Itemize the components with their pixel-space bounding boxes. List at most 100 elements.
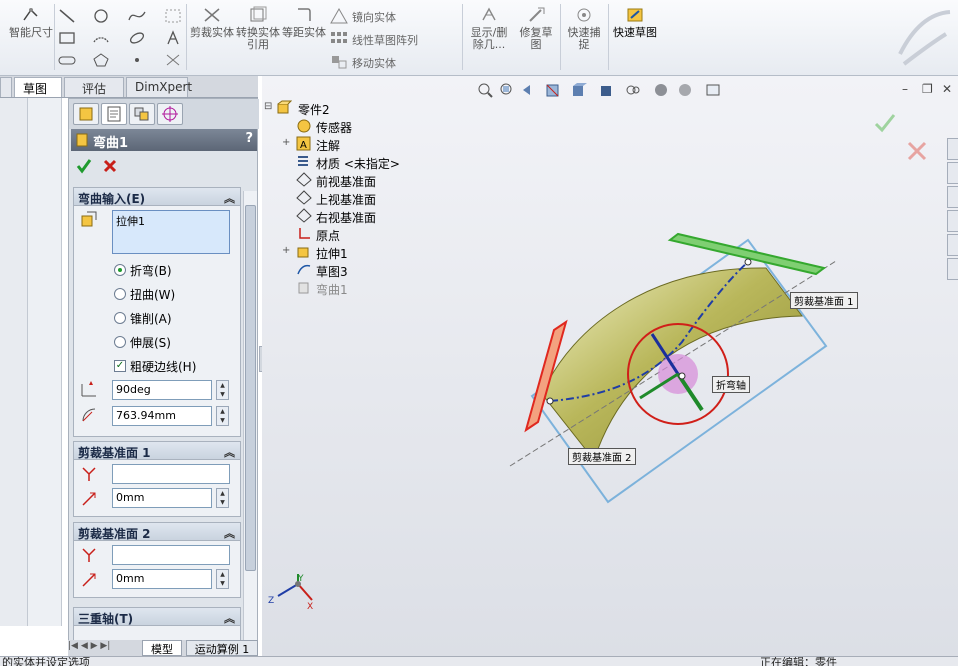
display-style-icon[interactable] <box>598 82 616 98</box>
task-pane-home-icon[interactable] <box>947 138 958 160</box>
flex-preview-model[interactable] <box>502 226 862 516</box>
close-icon[interactable]: ✕ <box>942 82 952 96</box>
tree-item-right-plane[interactable]: 右视基准面 <box>316 209 376 226</box>
tree-item-annotations[interactable]: 注解 <box>316 137 340 154</box>
previous-view-icon[interactable] <box>520 82 538 98</box>
zoom-to-fit-icon[interactable] <box>476 82 494 98</box>
bend-radio[interactable] <box>114 264 126 276</box>
radius-field[interactable]: 763.94mm <box>112 406 212 426</box>
tree-item-sensors[interactable]: 传感器 <box>316 119 352 136</box>
trim-plane-1-header[interactable]: 剪裁基准面 1 ︽ <box>74 442 240 460</box>
bodies-selection-box[interactable]: 拉伸1 <box>112 210 230 254</box>
slot-icon[interactable] <box>58 52 76 68</box>
angle-spinner[interactable]: ▲ ▼ <box>216 380 229 400</box>
cross-icon[interactable] <box>102 158 118 174</box>
tab-dimxpert[interactable]: DimXpert <box>126 77 192 97</box>
check-icon[interactable] <box>76 158 92 174</box>
mirror-entities-button[interactable]: 镜向实体 <box>352 9 396 25</box>
offset-entities-button[interactable]: 等距实体 <box>282 6 326 39</box>
trim-plane-1-point[interactable] <box>546 397 554 405</box>
show-delete-relations-button[interactable]: 显示/删除几... <box>466 6 512 51</box>
hide-show-items-icon[interactable] <box>624 82 642 98</box>
circle-icon[interactable] <box>92 8 110 24</box>
spline-icon[interactable] <box>128 8 146 24</box>
property-manager-tab[interactable] <box>101 103 127 125</box>
configuration-manager-tab[interactable] <box>129 103 155 125</box>
tab-features[interactable] <box>0 77 12 97</box>
trim-plane-1-callout[interactable]: 剪裁基准面 1 <box>790 292 858 309</box>
help-button[interactable]: ? <box>245 131 253 146</box>
rapid-sketch-button[interactable]: 快速草图 <box>612 6 658 39</box>
view-orientation-icon[interactable] <box>570 82 588 98</box>
tab-nav-arrows-icon[interactable]: |◀ ◀ ▶ ▶| <box>68 641 138 655</box>
expand-icon[interactable]: + <box>282 245 290 256</box>
collapse-chevron-icon[interactable]: ︽ <box>224 190 235 206</box>
ellipse-icon[interactable] <box>128 30 146 46</box>
linear-pattern-button[interactable]: 线性草图阵列 <box>352 32 418 48</box>
centerline-icon[interactable] <box>164 52 182 68</box>
restore-icon[interactable]: ❐ <box>922 82 933 96</box>
rectangle-icon[interactable] <box>58 30 76 46</box>
trim-plane-2-point[interactable] <box>744 258 752 266</box>
tree-item-origin[interactable]: 原点 <box>316 227 340 244</box>
move-entities-button[interactable]: 移动实体 <box>352 55 396 71</box>
tree-item-extrude1[interactable]: 拉伸1 <box>316 245 348 262</box>
triad-header[interactable]: 三重轴(T) ︽ <box>74 608 240 626</box>
tree-item-material[interactable]: 材质 <未指定> <box>316 155 400 172</box>
twist-radio[interactable] <box>114 288 126 300</box>
task-pane-custom-properties-icon[interactable] <box>947 258 958 280</box>
triad-center-point[interactable] <box>678 372 686 380</box>
feature-manager-tab[interactable] <box>73 103 99 125</box>
zoom-to-area-icon[interactable] <box>498 82 516 98</box>
tab-motion-study[interactable]: 运动算例 1 <box>186 640 258 656</box>
trim-plane-2-spinner[interactable]: ▲ ▼ <box>216 569 229 589</box>
tab-model[interactable]: 模型 <box>142 640 182 656</box>
stretch-radio[interactable] <box>114 336 126 348</box>
repair-sketch-button[interactable]: 修复草图 <box>516 6 556 51</box>
apply-scene-icon[interactable] <box>676 82 694 98</box>
collapse-chevron-icon[interactable]: ︽ <box>224 525 235 541</box>
minimize-icon[interactable]: – <box>902 82 908 96</box>
section-view-icon[interactable] <box>544 82 562 98</box>
text-icon[interactable] <box>164 30 182 46</box>
tree-item-top-plane[interactable]: 上视基准面 <box>316 191 376 208</box>
trim-plane-2-entity-field[interactable] <box>112 545 230 565</box>
task-pane-library-icon[interactable] <box>947 162 958 184</box>
task-pane-view-palette-icon[interactable] <box>947 210 958 232</box>
angle-field[interactable]: 90deg <box>112 380 212 400</box>
tab-sketch[interactable]: 草图 <box>14 77 62 97</box>
line-icon[interactable] <box>58 8 76 24</box>
taper-radio[interactable] <box>114 312 126 324</box>
collapse-chevron-icon[interactable]: ︽ <box>224 610 235 626</box>
grid-icon[interactable] <box>164 8 182 24</box>
tab-evaluate[interactable]: 评估 <box>64 77 124 97</box>
tree-item-front-plane[interactable]: 前视基准面 <box>316 173 376 190</box>
trim-plane-2-offset-field[interactable]: 0mm <box>112 569 212 589</box>
collapse-icon[interactable]: ⊟ <box>264 101 272 112</box>
point-icon[interactable] <box>128 52 146 68</box>
polygon-icon[interactable] <box>92 52 110 68</box>
task-pane-appearances-icon[interactable] <box>947 234 958 256</box>
arc-icon[interactable] <box>92 30 110 46</box>
scrollbar-thumb[interactable] <box>245 205 256 571</box>
view-settings-icon[interactable] <box>704 82 722 98</box>
trim-plane-1-spinner[interactable]: ▲ ▼ <box>216 488 229 508</box>
bend-axis-callout[interactable]: 折弯轴 <box>712 376 750 393</box>
smart-dimension-button[interactable]: 智能尺寸 <box>8 6 54 39</box>
graphics-viewport[interactable]: – ❐ ✕ ⊟ 零件2 传感器 + A 注解 材质 <未指定> 前视基准面 上视… <box>262 76 958 656</box>
tree-item-sketch3[interactable]: 草图3 <box>316 263 348 280</box>
task-pane-explorer-icon[interactable] <box>947 186 958 208</box>
trim-entities-button[interactable]: 剪裁实体 <box>190 6 234 39</box>
trim-plane-2-header[interactable]: 剪裁基准面 2 ︽ <box>74 523 240 541</box>
expand-icon[interactable]: + <box>282 137 290 148</box>
trim-plane-2-callout[interactable]: 剪裁基准面 2 <box>568 448 636 465</box>
bend-input-header[interactable]: 弯曲输入(E) ︽ <box>74 188 240 206</box>
trim-plane-1-offset-field[interactable]: 0mm <box>112 488 212 508</box>
trim-plane-1-entity-field[interactable] <box>112 464 230 484</box>
tree-item-flex1[interactable]: 弯曲1 <box>316 281 348 298</box>
dimxpert-manager-tab[interactable] <box>157 103 183 125</box>
edit-appearance-icon[interactable] <box>652 82 670 98</box>
quick-snaps-button[interactable]: 快速捕捉 <box>564 6 604 51</box>
radius-spinner[interactable]: ▲ ▼ <box>216 406 229 426</box>
property-manager-scrollbar[interactable] <box>243 191 257 643</box>
